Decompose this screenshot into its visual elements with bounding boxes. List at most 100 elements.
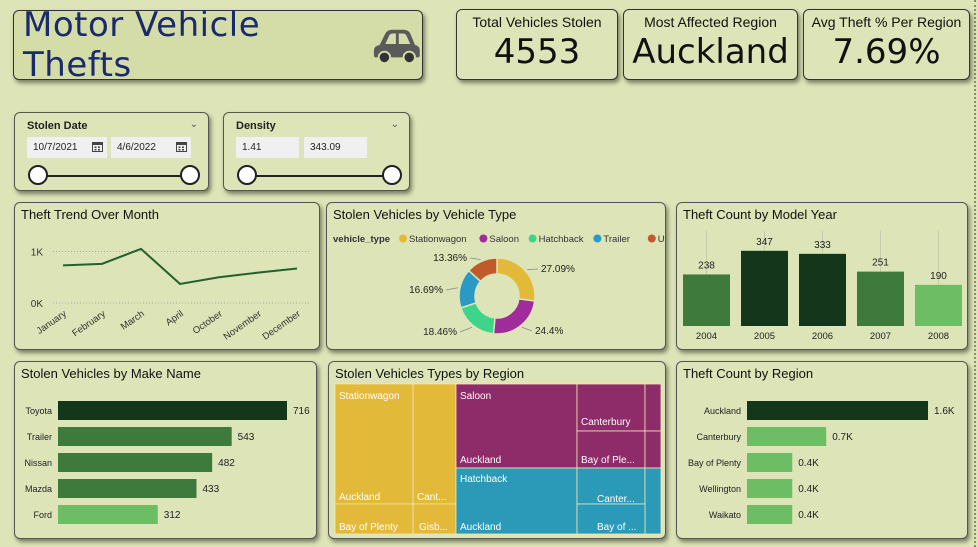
- treemap-region-label: Bay of Plenty: [339, 522, 398, 533]
- car-icon: [374, 29, 421, 65]
- x-tick-label: 2005: [754, 331, 775, 342]
- region-chart: Auckland 1.6K Canterbury 0.7K Bay of Plenty 0…: [688, 401, 955, 524]
- leader-line: [469, 257, 481, 260]
- model-year-chart: 238 2004 347 2005 333 2006 251 2007 190 2008: [683, 231, 962, 342]
- slider-handle-end[interactable]: [382, 165, 402, 185]
- legend-title: vehicle_type: [333, 234, 390, 245]
- y-tick-label: Auckland: [704, 406, 741, 416]
- data-label: 27.09%: [541, 264, 575, 275]
- x-tick-label: February: [70, 308, 108, 339]
- kpi-value: 4553: [493, 32, 581, 72]
- y-tick-label: 1K: [31, 247, 44, 258]
- kpi-label: Total Vehicles Stolen: [472, 14, 602, 30]
- bar: [741, 250, 788, 326]
- treemap-tile: [644, 383, 662, 432]
- x-tick-label: October: [191, 308, 225, 336]
- panel-region: Theft Count by Region Auckland 1.6K Canter…: [676, 361, 968, 539]
- start-date-input[interactable]: 10/7/2021: [27, 137, 107, 158]
- legend-label: Utility: [658, 234, 665, 245]
- data-label: 333: [814, 240, 831, 251]
- bar: [683, 274, 730, 326]
- x-tick-label: 2008: [928, 331, 949, 342]
- bar: [58, 505, 158, 524]
- leader-line: [445, 287, 458, 291]
- legend-marker: [528, 234, 537, 243]
- panel-model-year: Theft Count by Model Year 238 2004 347 2005…: [676, 202, 968, 350]
- data-label: 251: [872, 258, 889, 269]
- kpi-avg-theft: Avg Theft % Per Region 7.69%: [803, 9, 970, 80]
- leader-line: [521, 326, 533, 332]
- data-label: 24.4%: [535, 326, 563, 337]
- treemap-region-label: Bay of ...: [597, 522, 636, 533]
- density-max-value: 343.09: [310, 142, 341, 153]
- bar: [747, 479, 793, 498]
- data-label: 0.4K: [798, 510, 819, 521]
- treemap-region-label: Auckland: [460, 455, 501, 466]
- chevron-down-icon[interactable]: ⌄: [391, 119, 399, 130]
- end-date-value: 4/6/2022: [117, 142, 156, 153]
- calendar-icon[interactable]: [92, 141, 103, 152]
- y-tick-label: Canterbury: [696, 432, 741, 442]
- slider-track[interactable]: [246, 175, 392, 177]
- bar: [747, 453, 793, 472]
- slicer-title: Density: [236, 120, 276, 132]
- kpi-value: Auckland: [632, 32, 789, 72]
- leader-line: [527, 268, 539, 271]
- start-date-value: 10/7/2021: [33, 142, 78, 153]
- bar: [747, 427, 827, 446]
- x-tick-label: March: [119, 308, 147, 332]
- data-label: 716: [293, 406, 310, 417]
- treemap-region-label: Canterbury: [581, 417, 630, 428]
- y-tick-label: Ford: [33, 510, 52, 520]
- series-line: [62, 247, 298, 285]
- data-label: 482: [218, 458, 235, 469]
- treemap-tile: [334, 383, 414, 505]
- density-min-input[interactable]: 1.41: [236, 137, 299, 158]
- slider-handle-start[interactable]: [28, 165, 48, 185]
- data-label: 190: [930, 271, 947, 282]
- x-tick-label: January: [35, 308, 69, 337]
- legend-label: Stationwagon: [409, 234, 467, 245]
- bar: [747, 401, 928, 420]
- bar: [915, 284, 962, 326]
- x-tick-label: November: [222, 308, 264, 342]
- legend-marker: [479, 234, 488, 243]
- calendar-icon[interactable]: [176, 141, 187, 152]
- donut-slice: [459, 301, 496, 335]
- legend-marker: [647, 234, 656, 243]
- leader-line: [459, 326, 473, 333]
- density-max-input[interactable]: 343.09: [304, 137, 367, 158]
- y-tick-label: Mazda: [25, 484, 52, 494]
- data-label: 238: [698, 260, 715, 271]
- data-label: 0.4K: [798, 484, 819, 495]
- y-tick-label: Bay of Plenty: [688, 458, 742, 468]
- treemap-region-label: Gisb...: [419, 522, 448, 533]
- data-label: 347: [756, 237, 773, 248]
- chevron-down-icon[interactable]: ⌄: [190, 119, 198, 130]
- panel-theft-trend: Theft Trend Over Month 1K 0K January Februa…: [14, 202, 320, 350]
- vehicle-type-chart: vehicle_type Stationwagon Saloon Hatchback T…: [333, 234, 665, 338]
- data-label: 0.4K: [798, 458, 819, 469]
- legend-label: Saloon: [489, 234, 519, 245]
- slider-handle-end[interactable]: [180, 165, 200, 185]
- make-name-chart: Toyota 716 Trailer 543 Nissan 482 Mazda 433 Ford…: [24, 401, 310, 524]
- treemap-group-label: Saloon: [460, 391, 491, 402]
- treemap-group-label: Hatchback: [460, 474, 508, 485]
- x-tick-label: April: [164, 308, 186, 328]
- slider-track[interactable]: [37, 175, 189, 177]
- end-date-input[interactable]: 4/6/2022: [111, 137, 191, 158]
- bar: [58, 453, 213, 472]
- y-tick-label: Wellington: [699, 484, 741, 494]
- bar: [58, 401, 287, 420]
- data-label: 16.69%: [409, 285, 443, 296]
- data-label: 312: [164, 510, 181, 521]
- types-by-region-treemap: Stationwagon Auckland Cant... Bay of Plenty…: [334, 383, 662, 535]
- panel-make-name: Stolen Vehicles by Make Name Toyota 716 Tr…: [14, 361, 317, 539]
- treemap-region-label: Canter...: [597, 494, 635, 505]
- slicer-title: Stolen Date: [27, 120, 88, 132]
- bar: [58, 427, 232, 446]
- treemap-group-label: Stationwagon: [339, 391, 400, 402]
- slicer-stolen-date: Stolen Date ⌄ 10/7/2021 4/6/2022: [14, 112, 209, 191]
- kpi-value: 7.69%: [832, 32, 941, 72]
- slider-handle-start[interactable]: [237, 165, 257, 185]
